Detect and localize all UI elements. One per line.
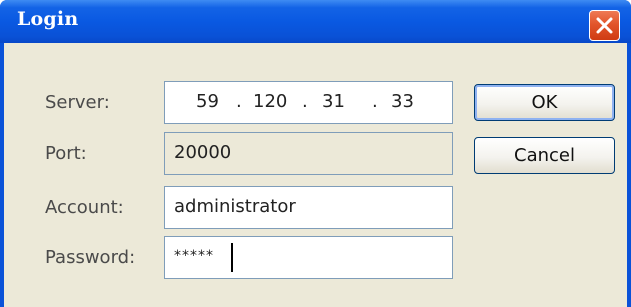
account-label: Account: xyxy=(45,197,124,218)
server-ip-field[interactable]: 59 . 120 . 31 . 33 xyxy=(164,81,453,124)
password-field[interactable]: ***** xyxy=(164,236,453,279)
cancel-button[interactable]: Cancel xyxy=(474,137,615,174)
title-bar[interactable]: Login xyxy=(0,0,631,43)
password-value: ***** xyxy=(174,248,214,264)
password-label: Password: xyxy=(45,247,136,268)
close-icon xyxy=(596,17,613,34)
account-value: administrator xyxy=(174,196,296,217)
ok-button[interactable]: OK xyxy=(474,84,615,121)
dialog-body: Server: 59 . 120 . 31 . 33 Port: 20000 A… xyxy=(4,43,627,307)
ip-dot-1: . xyxy=(236,91,242,112)
server-label: Server: xyxy=(45,92,110,113)
port-label: Port: xyxy=(45,143,87,164)
ip-dot-2: . xyxy=(302,91,308,112)
login-dialog: Login Server: 59 . 120 . 31 . 33 Port: 2… xyxy=(0,0,631,307)
ip-octet-3[interactable]: 31 xyxy=(322,91,345,112)
account-field[interactable]: administrator xyxy=(164,186,453,229)
port-value: 20000 xyxy=(174,142,232,163)
close-button[interactable] xyxy=(589,10,620,41)
port-field: 20000 xyxy=(164,132,453,175)
ip-octet-2[interactable]: 120 xyxy=(253,91,287,112)
dialog-title: Login xyxy=(17,8,79,30)
ip-dot-3: . xyxy=(372,91,378,112)
ip-octet-1[interactable]: 59 xyxy=(196,91,219,112)
ip-octet-4[interactable]: 33 xyxy=(391,91,414,112)
text-caret xyxy=(231,243,233,272)
